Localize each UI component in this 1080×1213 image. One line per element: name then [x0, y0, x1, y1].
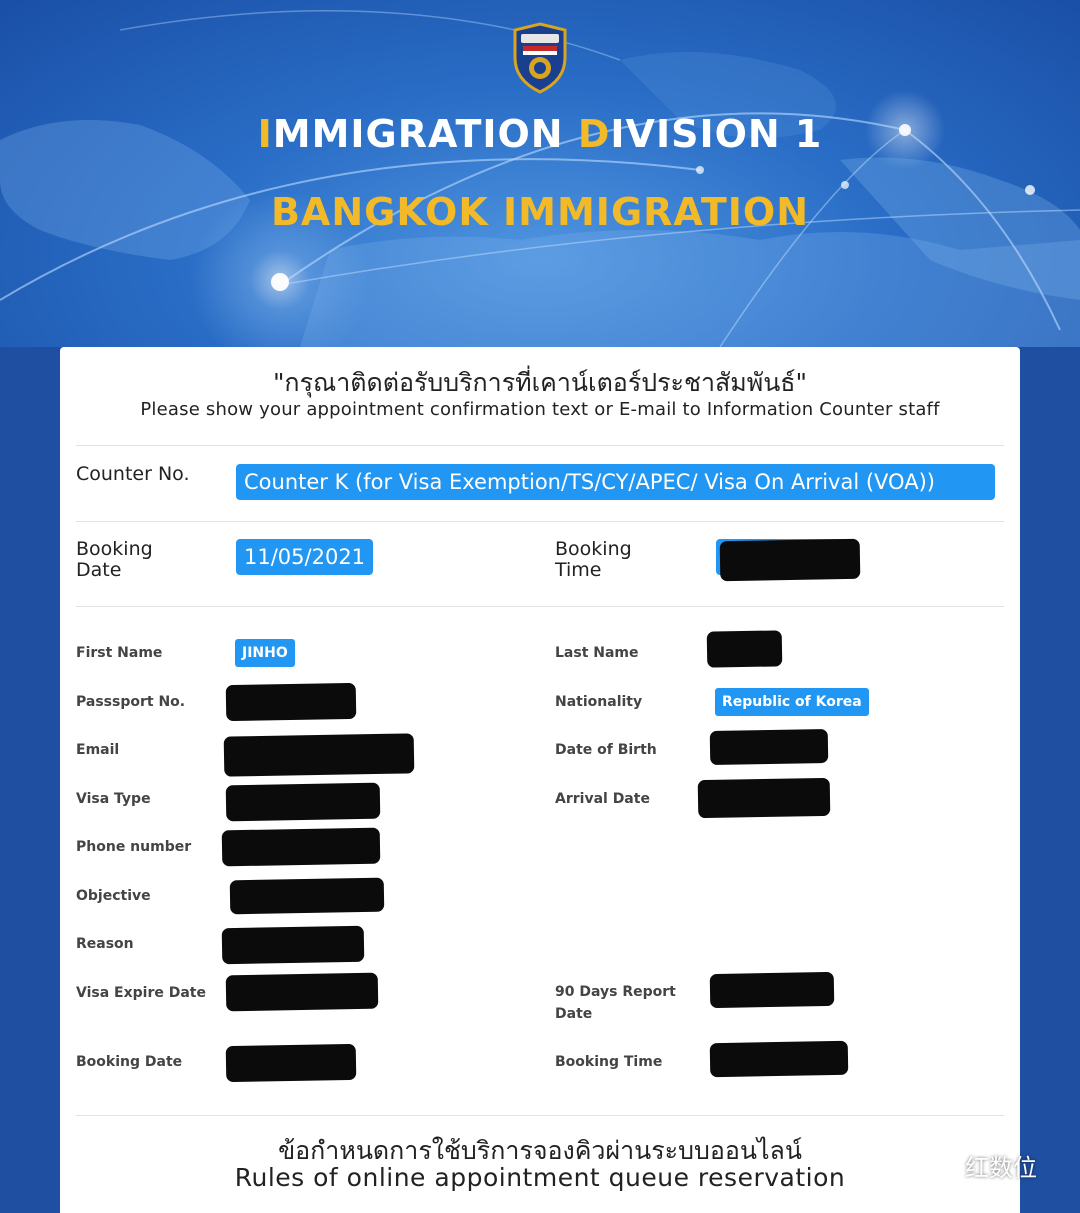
- ninety-days-report-label-line2: Date: [555, 1006, 593, 1022]
- first-name-value: JINHO: [235, 639, 295, 667]
- booking-date-detail-label: Booking Date: [76, 1054, 183, 1070]
- ninety-days-report-label-line1: 90 Days Report: [555, 984, 676, 1000]
- reason-label: Reason: [76, 936, 134, 952]
- title-bangkok-immigration: BANGKOK IMMIGRATION: [270, 190, 810, 234]
- notice-thai: "กรุณาติดต่อรับบริการที่เคาน์เตอร์ประชาส…: [272, 368, 808, 397]
- booking-date-label-line2: Date: [76, 559, 122, 581]
- notice-english: Please show your appointment confirmatio…: [140, 399, 940, 420]
- redaction-mark: [706, 630, 783, 668]
- redaction-mark: [221, 827, 381, 867]
- divider: [76, 445, 1004, 446]
- royal-thai-police-badge-icon: [513, 22, 567, 94]
- divider: [76, 521, 1004, 522]
- redaction-mark: [221, 925, 365, 965]
- title-immigration-division: IMMIGRATION DIVISION 1: [0, 112, 1080, 156]
- divider: [76, 606, 1004, 607]
- visa-type-label: Visa Type: [76, 791, 151, 807]
- arrival-date-label: Arrival Date: [555, 791, 650, 807]
- wechat-icon: [915, 1149, 958, 1181]
- redaction-mark: [225, 682, 357, 722]
- appointment-card: "กรุณาติดต่อรับบริการที่เคาน์เตอร์ประชาส…: [60, 347, 1020, 1213]
- phone-label: Phone number: [76, 839, 192, 855]
- redaction-mark: [225, 782, 381, 822]
- redaction-mark: [709, 728, 829, 766]
- passport-label: Passsport No.: [76, 694, 186, 710]
- dob-label: Date of Birth: [555, 742, 657, 758]
- counter-value: Counter K (for Visa Exemption/TS/CY/APEC…: [236, 464, 995, 500]
- booking-time-detail-label: Booking Time: [555, 1054, 663, 1070]
- redaction-mark: [225, 972, 379, 1012]
- title-letter-i: I: [257, 112, 273, 156]
- first-name-label: First Name: [76, 645, 163, 661]
- last-name-label: Last Name: [555, 645, 639, 661]
- booking-time-label-line1: Booking: [555, 538, 632, 560]
- booking-date-label: Booking Date: [76, 539, 153, 581]
- title-letter-d: D: [577, 112, 611, 156]
- objective-label: Objective: [76, 888, 151, 904]
- nationality-value: Republic of Korea: [715, 688, 869, 716]
- nationality-label: Nationality: [555, 694, 643, 710]
- divider: [76, 1115, 1004, 1116]
- watermark-text: 红数位: [965, 1153, 1037, 1182]
- redaction-mark: [229, 877, 385, 915]
- visa-expire-label: Visa Expire Date: [76, 985, 206, 1001]
- redaction-mark: [223, 733, 415, 777]
- rules-title-english: Rules of online appointment queue reserv…: [234, 1163, 846, 1192]
- redaction-mark: [697, 777, 831, 819]
- counter-label: Counter No.: [76, 463, 190, 485]
- watermark: 红数位: [915, 1148, 1037, 1182]
- title-part-2: IVISION 1: [610, 112, 823, 156]
- booking-date-label-line1: Booking: [76, 538, 153, 560]
- email-label: Email: [76, 742, 120, 758]
- redaction-mark: [709, 971, 835, 1009]
- booking-time-label-line2: Time: [555, 559, 602, 581]
- ninety-days-report-label: 90 Days Report Date: [555, 981, 676, 1025]
- title-part-1: MMIGRATION: [272, 112, 578, 156]
- booking-date-value: 11/05/2021: [236, 539, 374, 575]
- redaction-mark: [719, 538, 861, 582]
- header-banner: IMMIGRATION DIVISION 1 BANGKOK IMMIGRATI…: [0, 0, 1080, 347]
- redaction-mark: [709, 1040, 849, 1078]
- booking-time-label: Booking Time: [555, 539, 632, 581]
- redaction-mark: [225, 1043, 357, 1083]
